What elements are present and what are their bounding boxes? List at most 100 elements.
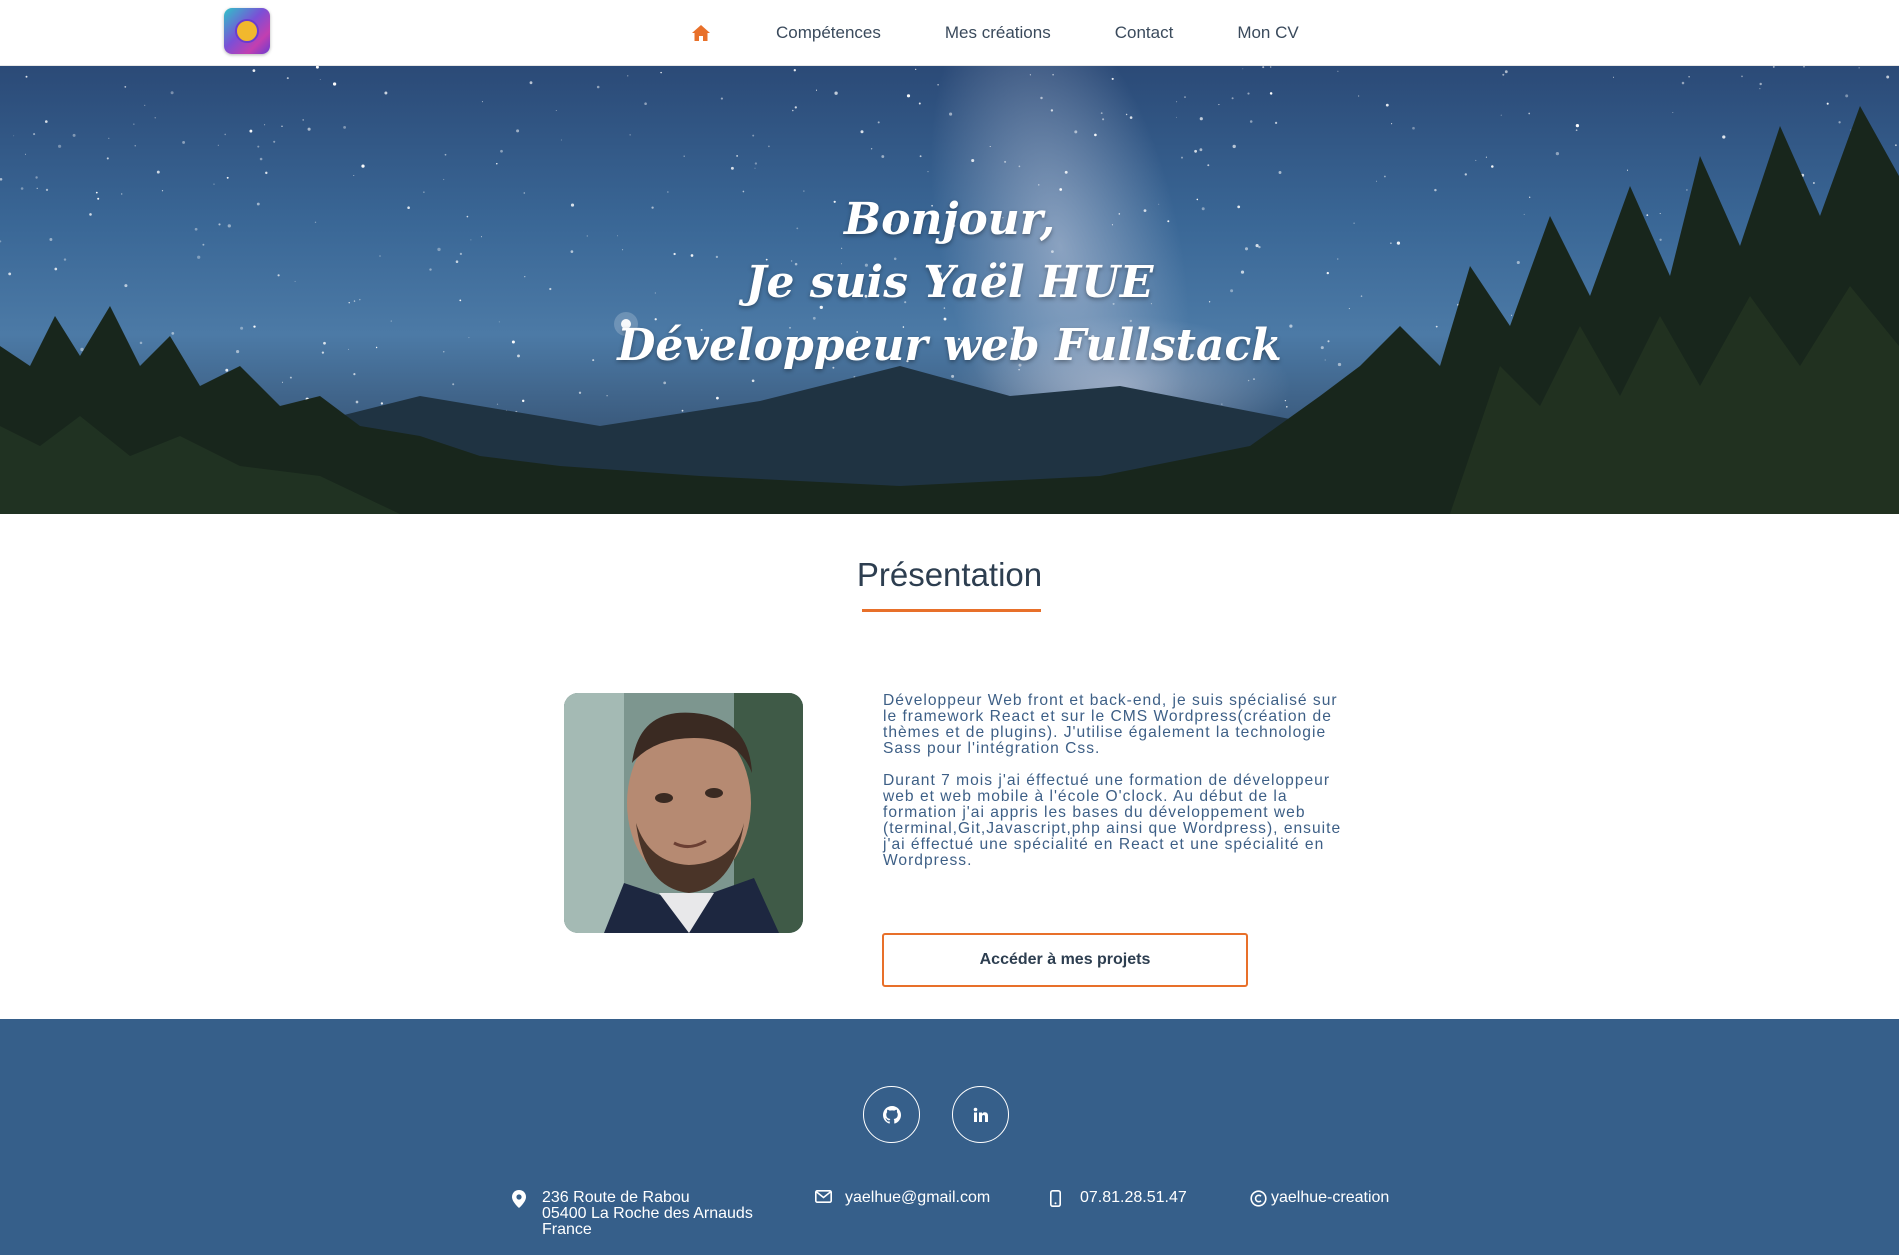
star <box>1018 165 1021 168</box>
view-projects-button[interactable]: Accéder à mes projets <box>882 933 1248 987</box>
star <box>877 121 880 124</box>
star <box>629 134 631 136</box>
star <box>1681 81 1685 85</box>
home-icon[interactable] <box>690 22 712 44</box>
site-header: Compétences Mes créations Contact Mon CV <box>0 0 1899 66</box>
phone-number[interactable]: 07.81.28.51.47 <box>1080 1190 1187 1211</box>
star <box>452 383 455 386</box>
star <box>1555 151 1560 156</box>
star <box>1337 70 1339 72</box>
nav-item-mes-creations[interactable]: Mes créations <box>945 23 1051 43</box>
star <box>1528 112 1531 115</box>
nav-item-mon-cv[interactable]: Mon CV <box>1237 23 1298 43</box>
logo-mark <box>235 19 259 43</box>
star <box>989 145 991 148</box>
star <box>213 183 215 185</box>
star <box>281 125 283 128</box>
star <box>1176 101 1178 103</box>
star <box>1100 112 1103 114</box>
star <box>343 125 347 129</box>
logo-icon[interactable] <box>224 8 270 54</box>
star <box>170 91 174 95</box>
star <box>25 75 28 78</box>
nav-item-contact[interactable]: Contact <box>1115 23 1174 43</box>
contact-email[interactable]: yaelhue@gmail.com <box>815 1190 990 1207</box>
hero-title: Bonjour, Je suis Yaël HUE Développeur we… <box>0 188 1899 377</box>
star <box>881 155 885 158</box>
star <box>444 153 447 156</box>
star <box>355 400 359 404</box>
star <box>1575 129 1578 132</box>
hero-banner: Bonjour, Je suis Yaël HUE Développeur we… <box>0 66 1899 514</box>
star <box>1199 148 1203 152</box>
star <box>1391 123 1393 125</box>
profile-photo <box>564 693 803 933</box>
star <box>1894 144 1897 147</box>
star <box>72 133 76 137</box>
star <box>1194 149 1198 153</box>
section-title-presentation: Présentation <box>856 556 1043 593</box>
star <box>226 176 229 179</box>
star <box>1688 75 1690 78</box>
star <box>1218 104 1220 106</box>
star <box>1759 88 1761 90</box>
star <box>716 396 719 400</box>
contact-address: 236 Route de Rabou 05400 La Roche des Ar… <box>512 1190 753 1238</box>
star <box>496 403 499 405</box>
star <box>521 399 525 403</box>
star <box>663 381 667 385</box>
star <box>578 391 582 394</box>
star <box>108 137 110 139</box>
star <box>1242 68 1244 70</box>
star <box>1672 111 1674 114</box>
star <box>681 409 684 412</box>
star <box>1074 130 1078 134</box>
star <box>606 395 608 397</box>
star <box>918 102 921 105</box>
star <box>683 155 685 157</box>
star <box>252 69 256 72</box>
star <box>380 402 384 405</box>
star <box>1221 403 1223 405</box>
star <box>815 89 818 91</box>
star <box>1052 73 1054 76</box>
star <box>154 117 156 119</box>
star <box>1838 121 1841 124</box>
star <box>481 101 483 103</box>
contact-phone[interactable]: 07.81.28.51.47 <box>1050 1190 1187 1211</box>
email-link[interactable]: yaelhue@gmail.com <box>845 1190 990 1207</box>
star <box>0 177 3 181</box>
star <box>1125 113 1128 116</box>
linkedin-icon[interactable] <box>952 1086 1009 1143</box>
star <box>1064 170 1068 174</box>
star <box>124 86 127 88</box>
star <box>1722 135 1726 139</box>
star <box>767 145 770 148</box>
main-nav: Compétences Mes créations Contact Mon CV <box>690 0 1363 66</box>
nav-item-competences[interactable]: Compétences <box>776 23 881 43</box>
star <box>224 133 227 136</box>
star <box>1384 175 1386 178</box>
hero-line-greeting: Bonjour, <box>843 194 1056 245</box>
bio-paragraph-1: Développeur Web front et back-end, je su… <box>883 692 1338 757</box>
star <box>627 75 629 77</box>
star <box>133 123 135 125</box>
star <box>361 164 365 168</box>
address-line-3: France <box>542 1221 592 1238</box>
site-footer: 236 Route de Rabou 05400 La Roche des Ar… <box>0 1019 1899 1255</box>
star <box>134 145 136 147</box>
star <box>1286 406 1288 408</box>
star <box>971 158 975 163</box>
github-icon[interactable] <box>863 1086 920 1143</box>
star <box>156 170 160 174</box>
star <box>730 166 734 170</box>
star <box>516 129 520 133</box>
star <box>1004 160 1007 163</box>
star <box>949 112 953 116</box>
address-line-2: 05400 La Roche des Arnauds <box>542 1205 753 1222</box>
star <box>1464 173 1467 176</box>
star <box>273 140 276 143</box>
star <box>315 66 319 69</box>
star <box>1500 114 1502 116</box>
star <box>1094 133 1097 137</box>
